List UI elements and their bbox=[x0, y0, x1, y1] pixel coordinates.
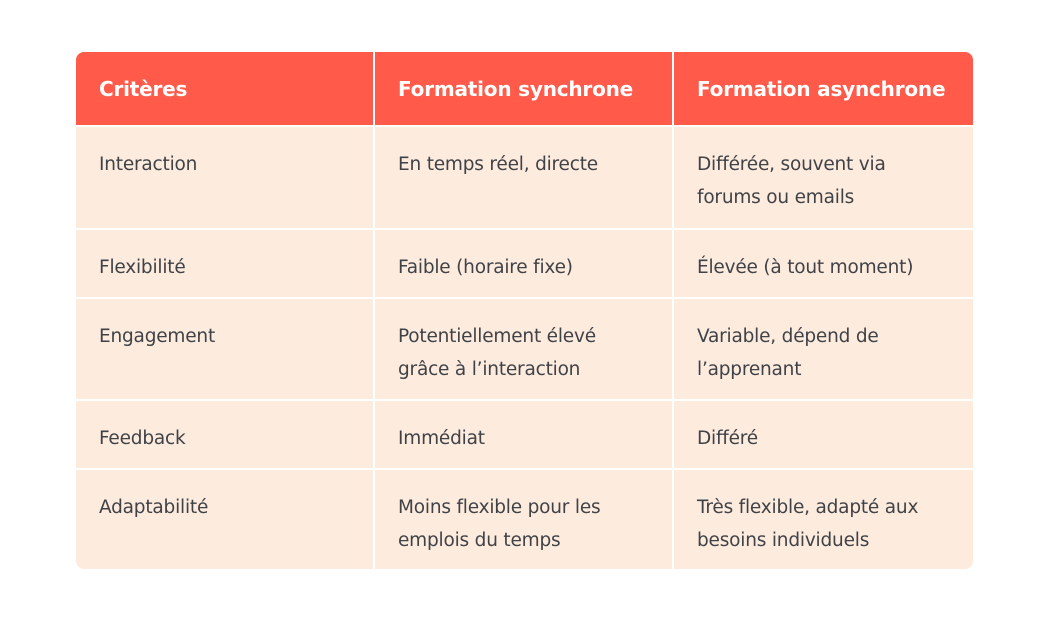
header-asynchrone: Formation asynchrone bbox=[674, 52, 973, 125]
row-synchrone: Potentiellement élevé grâce à l’interact… bbox=[375, 297, 674, 399]
row-synchrone: Faible (horaire fixe) bbox=[375, 228, 674, 297]
row-asynchrone: Variable, dépend de l’apprenant bbox=[674, 297, 973, 399]
row-asynchrone: Très flexible, adapté aux besoins indivi… bbox=[674, 468, 973, 569]
row-criterion: Flexibilité bbox=[76, 228, 375, 297]
row-criterion: Engagement bbox=[76, 297, 375, 399]
row-criterion: Interaction bbox=[76, 125, 375, 228]
row-criterion: Adaptabilité bbox=[76, 468, 375, 569]
row-criterion: Feedback bbox=[76, 399, 375, 468]
row-synchrone: Immédiat bbox=[375, 399, 674, 468]
row-asynchrone: Différée, souvent via forums ou emails bbox=[674, 125, 973, 228]
header-criteres: Critères bbox=[76, 52, 375, 125]
header-synchrone: Formation synchrone bbox=[375, 52, 674, 125]
row-asynchrone: Différé bbox=[674, 399, 973, 468]
row-synchrone: Moins flexible pour les emplois du temps bbox=[375, 468, 674, 569]
row-synchrone: En temps réel, directe bbox=[375, 125, 674, 228]
comparison-table: Critères Formation synchrone Formation a… bbox=[76, 52, 973, 569]
row-asynchrone: Élevée (à tout moment) bbox=[674, 228, 973, 297]
